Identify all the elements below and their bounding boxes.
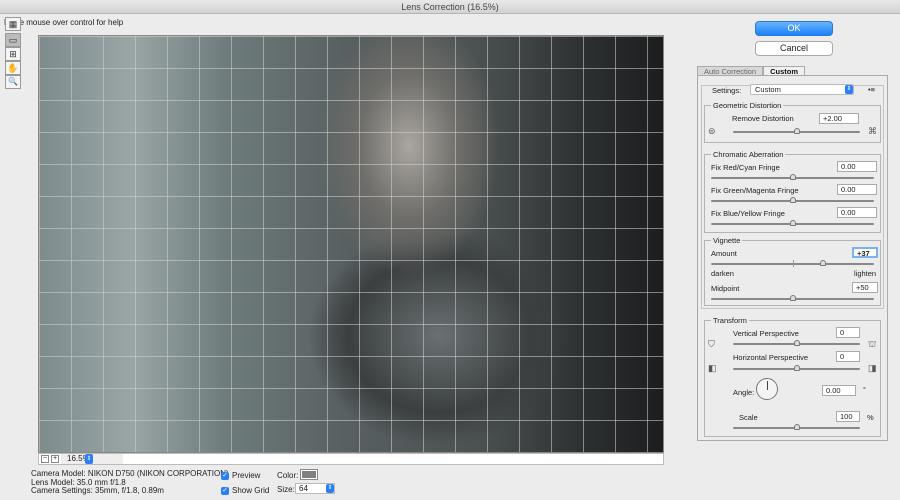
scale-unit: %: [867, 413, 874, 422]
remove-distortion-slider[interactable]: [733, 128, 860, 134]
dropdown-icon: ⇕: [326, 484, 334, 493]
ok-button[interactable]: OK: [755, 21, 833, 36]
pincushion-distortion-icon: ⌘: [868, 126, 877, 136]
settings-label: Settings:: [712, 86, 742, 95]
check-icon: ✓: [221, 486, 229, 495]
zoom-bar: − + 16.5% ⇕: [38, 453, 664, 465]
angle-dial[interactable]: [756, 378, 778, 400]
slider-thumb[interactable]: [789, 220, 796, 226]
blue-yellow-label: Fix Blue/Yellow Fringe: [711, 209, 785, 218]
vertical-perspective-slider[interactable]: [733, 340, 860, 346]
geometric-distortion-group: Geometric Distortion Remove Distortion +…: [704, 101, 881, 143]
scale-label: Scale: [739, 413, 758, 422]
remove-distortion-label: Remove Distortion: [732, 114, 794, 123]
window-title: Lens Correction (16.5%): [0, 0, 900, 14]
vignette-group: Vignette Amount +37 darken lighten Midpo…: [704, 236, 881, 306]
horizontal-perspective-left-icon: ◧: [708, 363, 717, 373]
grid-size-value: 64: [299, 484, 308, 493]
cancel-button[interactable]: Cancel: [755, 41, 833, 56]
horizontal-perspective-slider[interactable]: [733, 365, 860, 371]
camera-settings: Camera Settings: 35mm, f/1.8, 0.89m: [31, 486, 164, 495]
group-title: Chromatic Aberration: [711, 150, 786, 159]
preview-checkbox[interactable]: ✓ Preview: [221, 471, 260, 480]
green-magenta-field[interactable]: 0.00: [837, 184, 877, 195]
red-cyan-label: Fix Red/Cyan Fringe: [711, 163, 780, 172]
scale-slider[interactable]: [733, 424, 860, 430]
straighten-icon[interactable]: ▭: [5, 33, 21, 47]
slider-thumb[interactable]: [793, 340, 800, 346]
darken-label: darken: [711, 269, 734, 278]
scale-field[interactable]: 100: [836, 411, 860, 422]
dropdown-icon: ⇕: [845, 85, 853, 94]
red-cyan-slider[interactable]: [711, 174, 874, 180]
vertical-perspective-down-icon: ⛉: [708, 339, 715, 349]
remove-distortion-icon[interactable]: ▦: [5, 17, 21, 31]
zoom-out-button[interactable]: −: [41, 455, 49, 463]
hand-icon[interactable]: ✋: [5, 61, 21, 75]
amount-field[interactable]: +37: [852, 247, 878, 258]
zoom-in-button[interactable]: +: [51, 455, 59, 463]
grid-overlay: [39, 36, 663, 452]
zoom-dropdown-icon[interactable]: ⇕: [85, 454, 93, 464]
slider-thumb[interactable]: [793, 128, 800, 134]
remove-distortion-field[interactable]: +2.00: [819, 113, 859, 124]
check-icon: ✓: [221, 471, 229, 480]
blue-yellow-slider[interactable]: [711, 220, 874, 226]
settings-value: Custom: [755, 85, 781, 94]
move-grid-icon[interactable]: ⊞: [5, 47, 21, 61]
blue-yellow-field[interactable]: 0.00: [837, 207, 877, 218]
slider-thumb[interactable]: [789, 197, 796, 203]
color-label: Color:: [277, 471, 299, 480]
amount-label: Amount: [711, 249, 737, 258]
image-preview-canvas[interactable]: [38, 35, 664, 453]
vertical-perspective-label: Vertical Perspective: [733, 329, 799, 338]
slider-thumb[interactable]: [789, 295, 796, 301]
preview-label: Preview: [232, 471, 261, 480]
midpoint-label: Midpoint: [711, 284, 740, 293]
horizontal-perspective-label: Horizontal Perspective: [733, 353, 809, 362]
settings-select[interactable]: Custom ⇕: [750, 84, 854, 95]
slider-thumb[interactable]: [793, 424, 800, 430]
horizontal-perspective-right-icon: ◨: [868, 363, 877, 373]
show-grid-label: Show Grid: [232, 486, 270, 495]
slider-thumb[interactable]: [789, 174, 796, 180]
grid-color-swatch[interactable]: [300, 469, 318, 480]
transform-group: Transform Vertical Perspective 0 ⛉ ⛫ Hor…: [704, 316, 881, 437]
slider-thumb[interactable]: [793, 365, 800, 371]
angle-label: Angle:: [733, 388, 755, 397]
red-cyan-field[interactable]: 0.00: [837, 161, 877, 172]
grid-size-select[interactable]: 64 ⇕: [295, 483, 335, 494]
midpoint-slider[interactable]: [711, 295, 874, 301]
horizontal-perspective-field[interactable]: 0: [836, 351, 860, 362]
camera-info: Camera Model: NIKON D750 (NIKON CORPORAT…: [31, 469, 229, 496]
green-magenta-label: Fix Green/Magenta Fringe: [711, 186, 799, 195]
barrel-distortion-icon: ⊜: [708, 126, 716, 136]
slider-thumb[interactable]: [819, 260, 826, 266]
lighten-label: lighten: [854, 269, 877, 278]
group-title: Vignette: [711, 236, 743, 245]
size-label: Size:: [277, 485, 295, 494]
vertical-perspective-field[interactable]: 0: [836, 327, 860, 338]
midpoint-field[interactable]: +50: [852, 282, 878, 293]
show-grid-checkbox[interactable]: ✓ Show Grid: [221, 486, 269, 495]
custom-panel: Settings: Custom ⇕ •≡ Geometric Distortio…: [697, 75, 888, 441]
zoom-icon[interactable]: 🔍: [5, 75, 21, 89]
angle-field[interactable]: 0.00: [822, 385, 856, 396]
vertical-perspective-up-icon: ⛫: [868, 339, 877, 349]
amount-slider[interactable]: [711, 260, 874, 267]
group-title: Geometric Distortion: [711, 101, 784, 110]
help-text: Place mouse over control for help: [4, 18, 124, 27]
angle-unit: °: [863, 385, 866, 394]
chromatic-aberration-group: Chromatic Aberration Fix Red/Cyan Fringe…: [704, 150, 881, 233]
group-title: Transform: [711, 316, 749, 325]
settings-menu-icon[interactable]: •≡: [868, 85, 875, 94]
green-magenta-slider[interactable]: [711, 197, 874, 203]
